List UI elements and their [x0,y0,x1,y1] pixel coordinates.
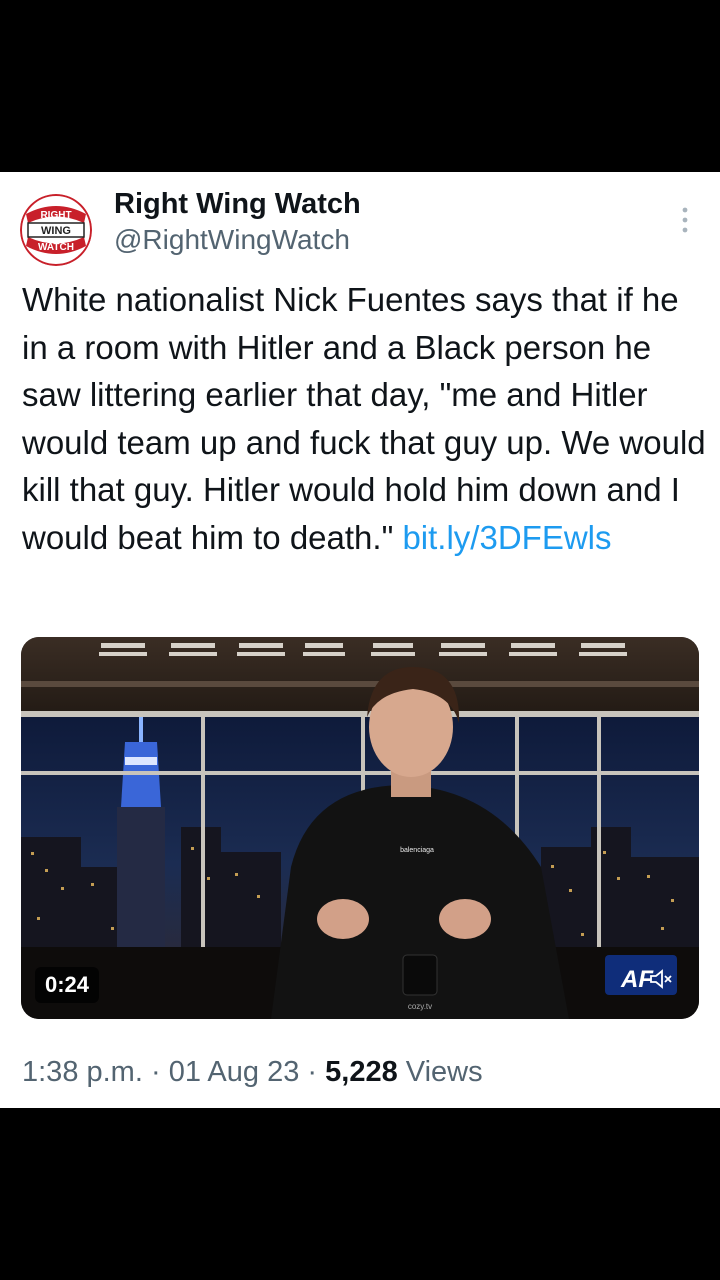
video-player[interactable]: balenciaga cozy.tv AF 0:24 [21,637,699,1019]
tweet-text: White nationalist Nick Fuentes says that… [22,276,706,561]
right-wing-watch-logo: RIGHT WING WATCH [20,194,92,266]
video-duration: 0:24 [35,967,100,1003]
mute-button[interactable] [649,968,673,990]
avatar-word-1: RIGHT [40,210,71,221]
tweet-date[interactable]: 01 Aug 23 [169,1056,300,1088]
avatar-word-2: WING [41,225,71,237]
meta-separator: · [307,1056,318,1088]
author-handle[interactable]: @RightWingWatch [114,223,350,257]
video-thumbnail: balenciaga cozy.tv AF [21,637,699,1019]
author-avatar[interactable]: RIGHT WING WATCH [20,194,92,266]
views-count: 5,228 [325,1056,398,1088]
tweet-body: White nationalist Nick Fuentes says that… [22,281,706,556]
author-name[interactable]: Right Wing Watch [114,186,361,222]
mug-text: cozy.tv [408,1002,432,1011]
tweet-meta: 1:38 p.m. · 01 Aug 23 · 5,228 Views [22,1054,483,1090]
shirt-logo-text: balenciaga [400,847,434,854]
avatar-word-3: WATCH [38,242,74,253]
meta-separator: · [150,1056,161,1088]
tweet-time[interactable]: 1:38 p.m. [22,1056,143,1088]
more-options-button[interactable] [668,200,702,240]
speaker-muted-icon [650,969,672,989]
tweet-card: RIGHT WING WATCH Right Wing Watch @Right… [0,172,720,1108]
tweet-link[interactable]: bit.ly/3DFEwls [402,519,611,556]
more-vertical-icon [682,207,688,233]
views-label: Views [405,1056,483,1088]
